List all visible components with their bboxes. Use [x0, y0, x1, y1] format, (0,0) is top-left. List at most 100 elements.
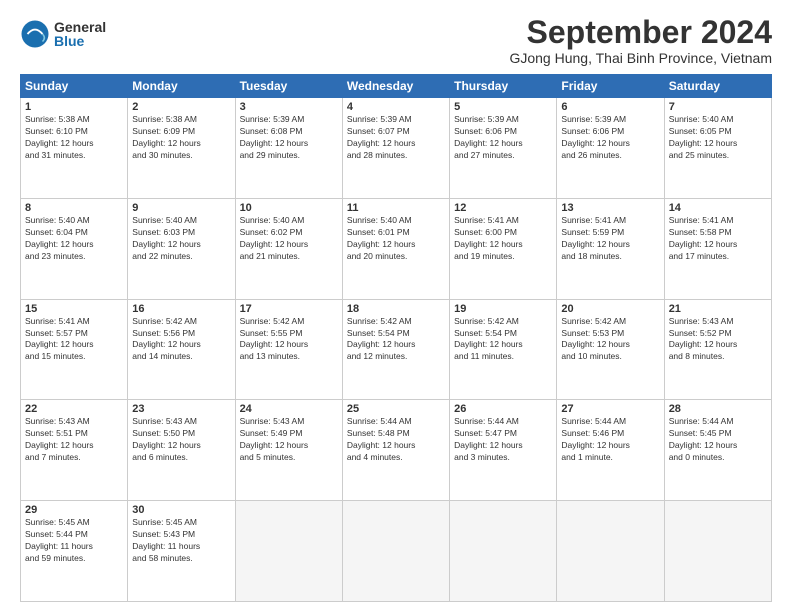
day-number: 18 [347, 303, 445, 315]
day-number: 10 [240, 202, 338, 214]
day-number: 12 [454, 202, 552, 214]
day-info: Sunrise: 5:38 AM Sunset: 6:10 PM Dayligh… [25, 114, 123, 162]
day-number: 4 [347, 101, 445, 113]
day-number: 15 [25, 303, 123, 315]
day-info: Sunrise: 5:44 AM Sunset: 5:45 PM Dayligh… [669, 416, 767, 464]
day-info: Sunrise: 5:43 AM Sunset: 5:51 PM Dayligh… [25, 416, 123, 464]
day-info: Sunrise: 5:39 AM Sunset: 6:08 PM Dayligh… [240, 114, 338, 162]
table-row [557, 501, 664, 602]
table-row [450, 501, 557, 602]
day-info: Sunrise: 5:45 AM Sunset: 5:44 PM Dayligh… [25, 517, 123, 565]
day-info: Sunrise: 5:42 AM Sunset: 5:53 PM Dayligh… [561, 316, 659, 364]
table-row: 24Sunrise: 5:43 AM Sunset: 5:49 PM Dayli… [235, 400, 342, 501]
day-number: 9 [132, 202, 230, 214]
day-number: 30 [132, 504, 230, 516]
day-info: Sunrise: 5:44 AM Sunset: 5:47 PM Dayligh… [454, 416, 552, 464]
day-info: Sunrise: 5:41 AM Sunset: 6:00 PM Dayligh… [454, 215, 552, 263]
day-info: Sunrise: 5:40 AM Sunset: 6:03 PM Dayligh… [132, 215, 230, 263]
table-row: 9Sunrise: 5:40 AM Sunset: 6:03 PM Daylig… [128, 198, 235, 299]
table-row: 20Sunrise: 5:42 AM Sunset: 5:53 PM Dayli… [557, 299, 664, 400]
header-thursday: Thursday [450, 75, 557, 98]
day-number: 24 [240, 403, 338, 415]
day-info: Sunrise: 5:42 AM Sunset: 5:54 PM Dayligh… [347, 316, 445, 364]
day-info: Sunrise: 5:40 AM Sunset: 6:05 PM Dayligh… [669, 114, 767, 162]
title-section: September 2024 GJong Hung, Thai Binh Pro… [509, 15, 772, 66]
table-row: 29Sunrise: 5:45 AM Sunset: 5:44 PM Dayli… [21, 501, 128, 602]
day-info: Sunrise: 5:38 AM Sunset: 6:09 PM Dayligh… [132, 114, 230, 162]
table-row: 27Sunrise: 5:44 AM Sunset: 5:46 PM Dayli… [557, 400, 664, 501]
table-row: 8Sunrise: 5:40 AM Sunset: 6:04 PM Daylig… [21, 198, 128, 299]
day-number: 23 [132, 403, 230, 415]
day-info: Sunrise: 5:43 AM Sunset: 5:52 PM Dayligh… [669, 316, 767, 364]
month-title: September 2024 [509, 15, 772, 50]
day-info: Sunrise: 5:43 AM Sunset: 5:49 PM Dayligh… [240, 416, 338, 464]
table-row: 13Sunrise: 5:41 AM Sunset: 5:59 PM Dayli… [557, 198, 664, 299]
day-info: Sunrise: 5:42 AM Sunset: 5:55 PM Dayligh… [240, 316, 338, 364]
logo-general: General [54, 20, 106, 34]
table-row: 5Sunrise: 5:39 AM Sunset: 6:06 PM Daylig… [450, 98, 557, 199]
day-info: Sunrise: 5:39 AM Sunset: 6:07 PM Dayligh… [347, 114, 445, 162]
calendar-week-row: 8Sunrise: 5:40 AM Sunset: 6:04 PM Daylig… [21, 198, 772, 299]
day-number: 25 [347, 403, 445, 415]
table-row: 6Sunrise: 5:39 AM Sunset: 6:06 PM Daylig… [557, 98, 664, 199]
day-number: 1 [25, 101, 123, 113]
header: General Blue September 2024 GJong Hung, … [20, 15, 772, 66]
day-info: Sunrise: 5:44 AM Sunset: 5:46 PM Dayligh… [561, 416, 659, 464]
day-number: 8 [25, 202, 123, 214]
day-info: Sunrise: 5:40 AM Sunset: 6:04 PM Dayligh… [25, 215, 123, 263]
day-number: 6 [561, 101, 659, 113]
table-row: 11Sunrise: 5:40 AM Sunset: 6:01 PM Dayli… [342, 198, 449, 299]
day-number: 5 [454, 101, 552, 113]
table-row: 22Sunrise: 5:43 AM Sunset: 5:51 PM Dayli… [21, 400, 128, 501]
logo: General Blue [20, 19, 106, 49]
day-info: Sunrise: 5:40 AM Sunset: 6:02 PM Dayligh… [240, 215, 338, 263]
table-row: 25Sunrise: 5:44 AM Sunset: 5:48 PM Dayli… [342, 400, 449, 501]
header-saturday: Saturday [664, 75, 771, 98]
location: GJong Hung, Thai Binh Province, Vietnam [509, 50, 772, 66]
day-number: 19 [454, 303, 552, 315]
calendar-week-row: 29Sunrise: 5:45 AM Sunset: 5:44 PM Dayli… [21, 501, 772, 602]
calendar: Sunday Monday Tuesday Wednesday Thursday… [20, 74, 772, 602]
table-row: 26Sunrise: 5:44 AM Sunset: 5:47 PM Dayli… [450, 400, 557, 501]
day-number: 29 [25, 504, 123, 516]
table-row [664, 501, 771, 602]
logo-blue: Blue [54, 34, 106, 48]
table-row: 7Sunrise: 5:40 AM Sunset: 6:05 PM Daylig… [664, 98, 771, 199]
calendar-week-row: 22Sunrise: 5:43 AM Sunset: 5:51 PM Dayli… [21, 400, 772, 501]
table-row [235, 501, 342, 602]
table-row: 30Sunrise: 5:45 AM Sunset: 5:43 PM Dayli… [128, 501, 235, 602]
table-row: 12Sunrise: 5:41 AM Sunset: 6:00 PM Dayli… [450, 198, 557, 299]
day-number: 11 [347, 202, 445, 214]
table-row: 28Sunrise: 5:44 AM Sunset: 5:45 PM Dayli… [664, 400, 771, 501]
table-row: 1Sunrise: 5:38 AM Sunset: 6:10 PM Daylig… [21, 98, 128, 199]
day-info: Sunrise: 5:45 AM Sunset: 5:43 PM Dayligh… [132, 517, 230, 565]
calendar-week-row: 15Sunrise: 5:41 AM Sunset: 5:57 PM Dayli… [21, 299, 772, 400]
header-friday: Friday [557, 75, 664, 98]
logo-text: General Blue [54, 20, 106, 48]
table-row: 10Sunrise: 5:40 AM Sunset: 6:02 PM Dayli… [235, 198, 342, 299]
day-info: Sunrise: 5:39 AM Sunset: 6:06 PM Dayligh… [454, 114, 552, 162]
day-info: Sunrise: 5:39 AM Sunset: 6:06 PM Dayligh… [561, 114, 659, 162]
calendar-week-row: 1Sunrise: 5:38 AM Sunset: 6:10 PM Daylig… [21, 98, 772, 199]
day-info: Sunrise: 5:41 AM Sunset: 5:59 PM Dayligh… [561, 215, 659, 263]
day-number: 2 [132, 101, 230, 113]
header-tuesday: Tuesday [235, 75, 342, 98]
day-number: 7 [669, 101, 767, 113]
day-number: 3 [240, 101, 338, 113]
day-number: 16 [132, 303, 230, 315]
table-row [342, 501, 449, 602]
header-wednesday: Wednesday [342, 75, 449, 98]
day-number: 21 [669, 303, 767, 315]
day-info: Sunrise: 5:44 AM Sunset: 5:48 PM Dayligh… [347, 416, 445, 464]
table-row: 14Sunrise: 5:41 AM Sunset: 5:58 PM Dayli… [664, 198, 771, 299]
day-info: Sunrise: 5:43 AM Sunset: 5:50 PM Dayligh… [132, 416, 230, 464]
day-number: 17 [240, 303, 338, 315]
day-info: Sunrise: 5:41 AM Sunset: 5:57 PM Dayligh… [25, 316, 123, 364]
day-number: 14 [669, 202, 767, 214]
header-monday: Monday [128, 75, 235, 98]
table-row: 21Sunrise: 5:43 AM Sunset: 5:52 PM Dayli… [664, 299, 771, 400]
day-number: 22 [25, 403, 123, 415]
day-info: Sunrise: 5:40 AM Sunset: 6:01 PM Dayligh… [347, 215, 445, 263]
day-info: Sunrise: 5:42 AM Sunset: 5:56 PM Dayligh… [132, 316, 230, 364]
day-number: 20 [561, 303, 659, 315]
